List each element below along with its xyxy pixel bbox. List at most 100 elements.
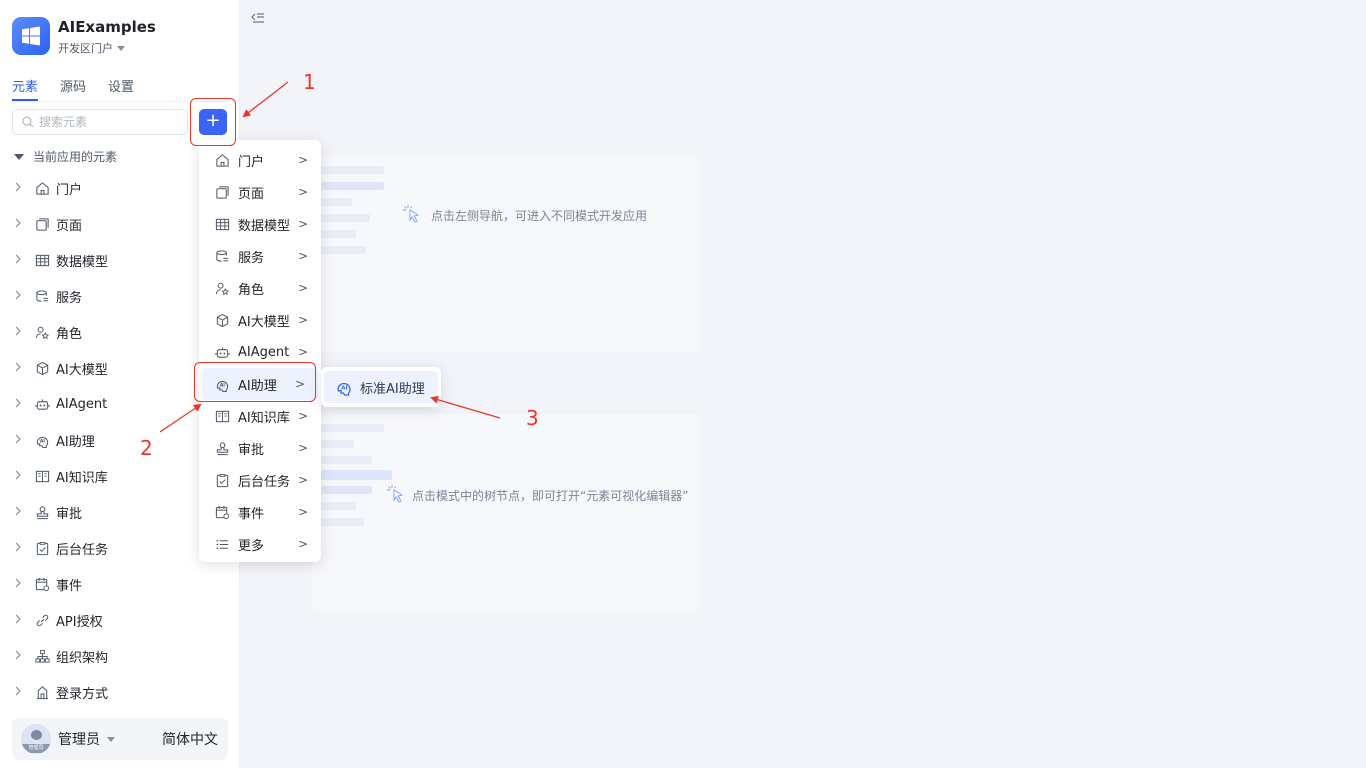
menu-item-label: 门户: [238, 154, 265, 170]
user-name[interactable]: 管理员: [58, 729, 100, 749]
collapse-sidebar-icon[interactable]: [251, 10, 265, 29]
menu-item-label: 后台任务: [238, 474, 291, 490]
tree-item-13[interactable]: 组织架构: [0, 638, 240, 674]
chevron-right-icon: >: [297, 473, 308, 487]
chevron-right-icon[interactable]: [14, 506, 34, 519]
link-icon: [34, 612, 50, 628]
chevron-right-icon[interactable]: [14, 542, 34, 555]
chevron-right-icon[interactable]: [14, 434, 34, 447]
annotation-box-add-button: [190, 98, 236, 146]
chevron-right-icon[interactable]: [14, 470, 34, 483]
tree-item-label: 数据模型: [56, 254, 109, 270]
chevron-right-icon: >: [297, 441, 308, 455]
tree-item-label: 页面: [56, 218, 83, 234]
chevron-right-icon[interactable]: [14, 326, 34, 339]
menu-item-5[interactable]: AI大模型 >: [199, 304, 321, 336]
tree-item-label: 角色: [56, 326, 83, 342]
tab-settings[interactable]: 设置: [108, 76, 134, 101]
sidebar-tabs: 元素 源码 设置: [12, 76, 156, 101]
chevron-right-icon[interactable]: [14, 398, 34, 411]
chevron-right-icon[interactable]: [14, 686, 34, 699]
tree-item-label: 服务: [56, 290, 83, 306]
menu-item-8[interactable]: AI知识库 >: [199, 400, 321, 432]
cube-icon: [214, 312, 230, 328]
tree-item-14[interactable]: 登录方式: [0, 674, 240, 710]
list-icon: [214, 536, 230, 552]
hint-tree: 点击模式中的树节点，即可打开“元素可视化编辑器”: [386, 484, 688, 507]
menu-item-2[interactable]: 数据模型 >: [199, 208, 321, 240]
task-icon: [214, 472, 230, 488]
page-icon: [214, 184, 230, 200]
menu-item-label: 审批: [238, 442, 265, 458]
chevron-right-icon[interactable]: [14, 218, 34, 231]
chevron-right-icon[interactable]: [14, 614, 34, 627]
tree-item-label: 审批: [56, 506, 83, 522]
tree-item-label: 事件: [56, 578, 83, 594]
search-input[interactable]: [39, 115, 159, 129]
stamp-icon: [34, 504, 50, 520]
avatar[interactable]: 管理员: [21, 724, 51, 754]
menu-item-4[interactable]: 角色 >: [199, 272, 321, 304]
submenu-standard-ai-assistant[interactable]: AI 标准AI助理: [324, 371, 438, 403]
portal-label: 开发区门户: [58, 42, 113, 55]
chevron-right-icon: >: [297, 281, 308, 295]
home-icon: [214, 152, 230, 168]
annotation-arrow-1: [242, 81, 289, 118]
tree-item-label: AI助理: [56, 434, 95, 450]
tab-source[interactable]: 源码: [60, 76, 86, 101]
user-caret-down-icon[interactable]: [107, 736, 115, 742]
user-footer: 管理员 管理员 简体中文: [12, 718, 228, 760]
menu-item-label: 页面: [238, 186, 265, 202]
chevron-right-icon: >: [297, 409, 308, 423]
chevron-right-icon[interactable]: [14, 578, 34, 591]
org-icon: [34, 648, 50, 664]
chevron-right-icon[interactable]: [14, 290, 34, 303]
menu-item-label: 事件: [238, 506, 265, 522]
table-icon: [214, 216, 230, 232]
menu-item-label: 服务: [238, 250, 265, 266]
menu-item-3[interactable]: 服务 >: [199, 240, 321, 272]
menu-item-9[interactable]: 审批 >: [199, 432, 321, 464]
menu-item-label: 更多: [238, 538, 265, 554]
section-current-app[interactable]: 当前应用的元素: [14, 148, 117, 165]
tree-item-label: 登录方式: [56, 686, 109, 702]
tree-item-11[interactable]: 事件: [0, 566, 240, 602]
tree-item-label: 后台任务: [56, 542, 109, 558]
chevron-right-icon[interactable]: [14, 182, 34, 195]
menu-item-1[interactable]: 页面 >: [199, 176, 321, 208]
chevron-right-icon[interactable]: [14, 254, 34, 267]
tree-item-12[interactable]: API授权: [0, 602, 240, 638]
section-label: 当前应用的元素: [33, 150, 118, 164]
app-name: AIExamples: [58, 18, 156, 36]
portal-selector[interactable]: 开发区门户: [58, 40, 156, 56]
menu-item-0[interactable]: 门户 >: [199, 144, 321, 176]
menu-item-label: 数据模型: [238, 218, 291, 234]
tree-item-label: AI大模型: [56, 362, 108, 378]
menu-item-11[interactable]: 事件 >: [199, 496, 321, 528]
submenu-label: 标准AI助理: [360, 381, 425, 397]
book-icon: [214, 408, 230, 424]
chevron-right-icon: >: [297, 313, 308, 327]
tab-elements[interactable]: 元素: [12, 76, 39, 101]
menu-item-10[interactable]: 后台任务 >: [199, 464, 321, 496]
event-icon: [34, 576, 50, 592]
menu-item-12[interactable]: 更多 >: [199, 528, 321, 560]
tree-item-label: AI知识库: [56, 470, 108, 486]
add-element-menu: 门户 > 页面 > 数据模型 > 服务 > 角色 > AI大模型 > AIAgent > AI AI助理 > AI…: [199, 140, 321, 562]
language-switch[interactable]: 简体中文: [162, 729, 218, 749]
book-icon: [34, 468, 50, 484]
chevron-right-icon[interactable]: [14, 362, 34, 375]
annotation-number-2: 2: [140, 436, 153, 460]
tree-item-label: 组织架构: [56, 650, 109, 666]
role-icon: [34, 324, 50, 340]
ai-assistant-submenu: AI 标准AI助理: [321, 367, 441, 407]
database-icon: [214, 248, 230, 264]
chevron-right-icon[interactable]: [14, 650, 34, 663]
ai-assistant-icon: AI: [34, 432, 50, 448]
search-icon: [22, 113, 34, 132]
annotation-box-ai-assistant: [194, 362, 316, 402]
svg-text:AI: AI: [341, 386, 347, 392]
chevron-right-icon: >: [297, 249, 308, 263]
tree-item-label: 门户: [56, 182, 83, 198]
cursor-click-icon: [402, 204, 422, 227]
